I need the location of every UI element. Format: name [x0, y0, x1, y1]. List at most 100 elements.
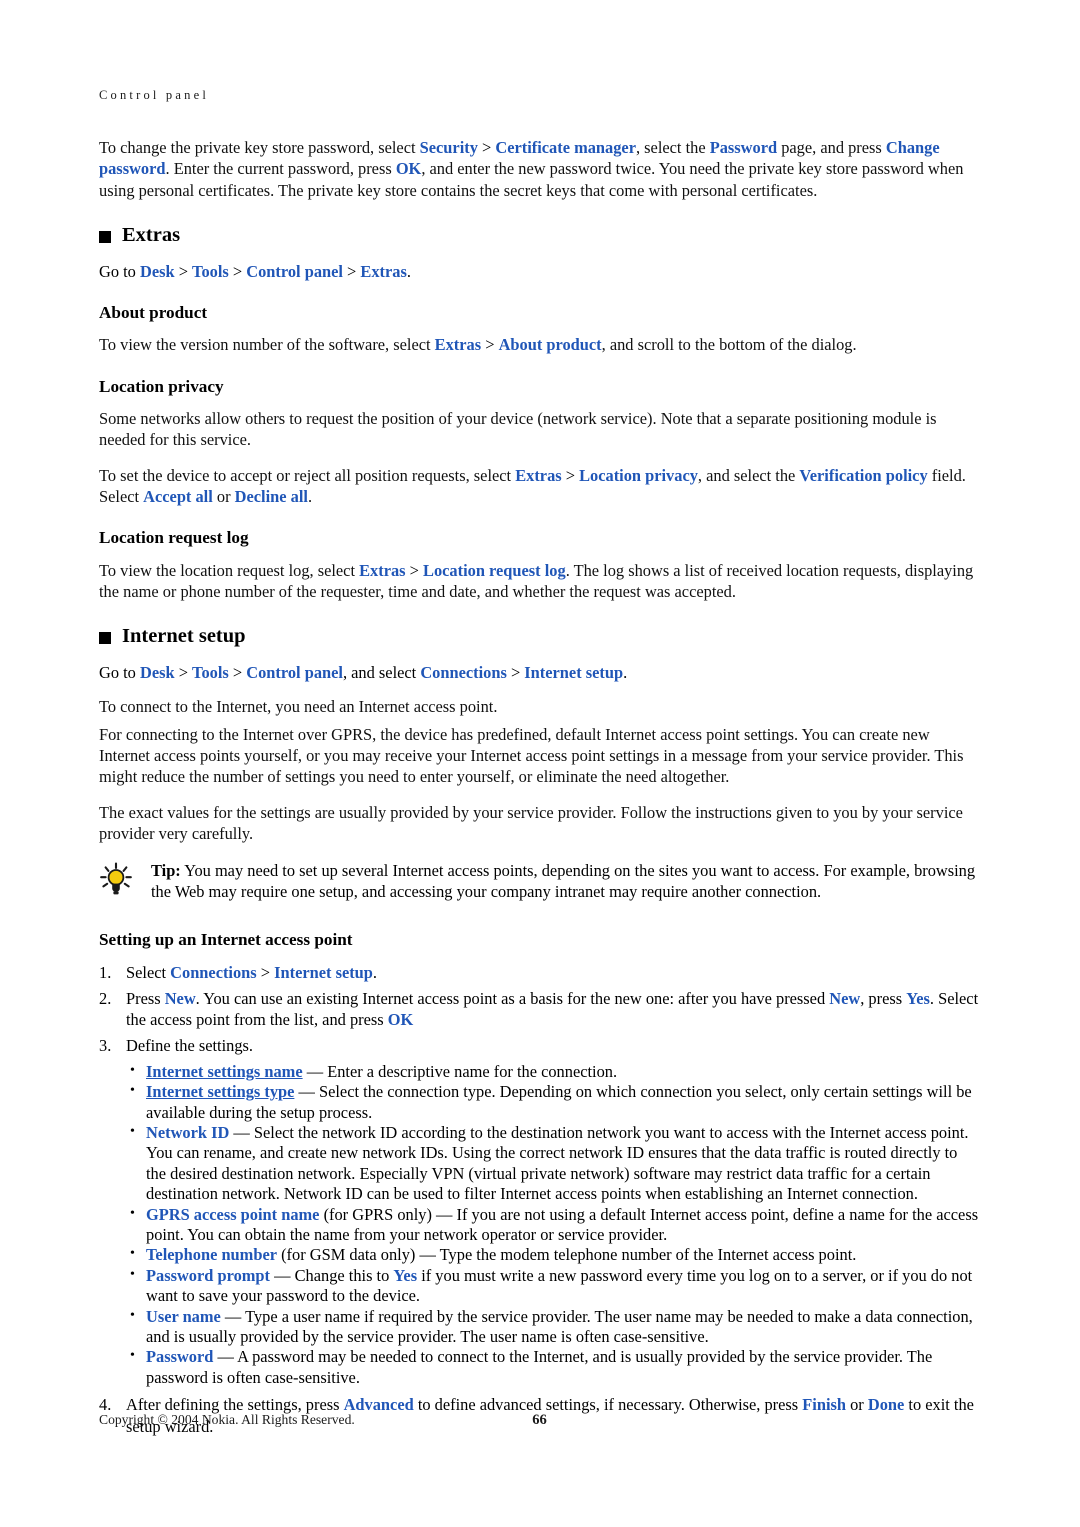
- goto-prefix: Go to: [99, 261, 140, 281]
- separator-gt: >: [481, 335, 499, 355]
- tip-block: Tip: You may need to set up several Inte…: [99, 860, 980, 903]
- link-new[interactable]: New: [829, 989, 860, 1008]
- lightbulb-icon: [99, 860, 151, 903]
- intro-text-a: To change the private key store password…: [99, 138, 420, 157]
- link-decline-all[interactable]: Decline all: [235, 487, 308, 506]
- about-product-paragraph: To view the version number of the softwa…: [99, 334, 980, 355]
- link-extras[interactable]: Extras: [360, 262, 406, 281]
- tip-label: Tip:: [151, 861, 181, 881]
- lp-text-e: .: [307, 487, 313, 506]
- location-privacy-paragraph-1: Some networks allow others to request th…: [99, 409, 937, 450]
- link-about-product[interactable]: About product: [499, 335, 602, 354]
- goto-mid: , and select: [342, 663, 421, 683]
- bullet-icon: •: [130, 1083, 135, 1099]
- settings-term-description: — A password may be needed to connect to…: [146, 1347, 933, 1387]
- link-desk[interactable]: Desk: [140, 262, 175, 281]
- goto-prefix: Go to: [99, 663, 140, 683]
- step-number: 2.: [99, 988, 112, 1008]
- link-extras-menu[interactable]: Extras: [359, 561, 405, 580]
- separator-gt: >: [174, 261, 193, 281]
- step-number: 1.: [99, 962, 112, 982]
- settings-term-item: • Password — A password may be needed to …: [126, 1347, 980, 1388]
- tip-text: Tip: You may need to set up several Inte…: [151, 860, 980, 903]
- lp-text-b: , and select the: [697, 465, 800, 485]
- paragraph-gprs: For connecting to the Internet over GPRS…: [99, 724, 964, 787]
- settings-term-label[interactable]: Internet settings type: [146, 1082, 294, 1101]
- intro-text-c: page, and press: [777, 138, 886, 157]
- settings-term-item: • Internet settings name — Enter a descri…: [126, 1062, 980, 1082]
- bullet-icon: •: [130, 1266, 135, 1282]
- link-control-panel[interactable]: Control panel: [246, 262, 343, 281]
- step1-text-a: Select: [126, 962, 171, 982]
- settings-term-label[interactable]: GPRS access point name: [146, 1205, 319, 1224]
- step2-text-c: , press: [860, 988, 907, 1008]
- separator-gt: >: [506, 663, 525, 683]
- link-connections[interactable]: Connections: [420, 663, 507, 682]
- bullet-icon: •: [130, 1124, 135, 1139]
- subheading-about-product: About product: [99, 302, 208, 322]
- link-control-panel[interactable]: Control panel: [246, 663, 343, 682]
- separator-gt: >: [405, 560, 424, 580]
- settings-term-item: • User name — Type a user name if require…: [126, 1307, 980, 1348]
- square-bullet-icon: [99, 632, 111, 645]
- link-ok[interactable]: OK: [396, 159, 422, 178]
- goto-path-extras: Go to Desk > Tools > Control panel > Ext…: [99, 261, 980, 282]
- link-extras-menu[interactable]: Extras: [435, 335, 481, 354]
- link-certificate-manager[interactable]: Certificate manager: [495, 138, 636, 157]
- link-ok[interactable]: OK: [388, 1010, 414, 1029]
- settings-term-label[interactable]: Telephone number: [146, 1245, 277, 1264]
- lp-text-a: To set the device to accept or reject al…: [99, 465, 516, 485]
- step-item-3: 3. Define the settings.: [99, 1035, 980, 1056]
- subheading-setting-up-access-point: Setting up an Internet access point: [99, 930, 353, 950]
- step1-text-b: .: [372, 962, 378, 982]
- separator-gt: >: [256, 962, 275, 982]
- link-location-privacy[interactable]: Location privacy: [579, 466, 698, 485]
- settings-term-qualifier: (for GPRS only): [319, 1204, 432, 1224]
- document-page: Control panel To change the private key …: [0, 0, 1080, 1527]
- page-footer: Copyright © 2004 Nokia. All Rights Reser…: [99, 1412, 980, 1428]
- settings-term-label[interactable]: Network ID: [146, 1123, 229, 1142]
- subheading-location-privacy: Location privacy: [99, 376, 224, 396]
- settings-term-description: — Change this to: [270, 1265, 394, 1285]
- about-text-b: , and scroll to the bottom of the dialog…: [601, 335, 857, 355]
- square-bullet-icon: [99, 230, 111, 243]
- link-yes[interactable]: Yes: [906, 989, 930, 1008]
- separator-gt: >: [174, 663, 193, 683]
- link-new[interactable]: New: [165, 989, 196, 1008]
- link-internet-setup[interactable]: Internet setup: [524, 663, 623, 682]
- link-verification-policy[interactable]: Verification policy: [799, 466, 927, 485]
- link-yes[interactable]: Yes: [393, 1266, 417, 1285]
- link-security[interactable]: Security: [420, 138, 478, 157]
- link-password-page[interactable]: Password: [710, 138, 777, 157]
- section-heading-internet-setup: Internet setup: [99, 624, 980, 650]
- settings-term-label[interactable]: Password: [146, 1347, 213, 1366]
- link-location-request-log[interactable]: Location request log: [423, 561, 566, 580]
- settings-term-label[interactable]: User name: [146, 1307, 221, 1326]
- intro-text-d: . Enter the current password, press: [165, 159, 396, 179]
- link-tools[interactable]: Tools: [192, 663, 229, 682]
- settings-term-item: • Telephone number (for GSM data only) — …: [126, 1245, 980, 1265]
- settings-term-label[interactable]: Internet settings name: [146, 1062, 303, 1081]
- bullet-icon: •: [130, 1205, 135, 1221]
- link-internet-setup[interactable]: Internet setup: [274, 963, 373, 982]
- link-connections[interactable]: Connections: [170, 963, 257, 982]
- goto-suffix: .: [623, 663, 628, 683]
- intro-text-b: , select the: [635, 138, 710, 157]
- goto-path-internet-setup: Go to Desk > Tools > Control panel, and …: [99, 662, 980, 683]
- link-desk[interactable]: Desk: [140, 663, 175, 682]
- link-tools[interactable]: Tools: [192, 262, 229, 281]
- paragraph-exact-values: The exact values for the settings are us…: [99, 802, 963, 843]
- link-accept-all[interactable]: Accept all: [143, 487, 213, 506]
- settings-term-description: — Type the modem telephone number of the…: [415, 1245, 857, 1265]
- settings-terms-wrapper: • Internet settings name — Enter a descri…: [99, 1062, 980, 1389]
- step-item-1: 1. Select Connections > Internet setup.: [99, 962, 980, 983]
- section-heading-extras: Extras: [99, 223, 980, 249]
- settings-term-description: — Select the network ID according to the…: [146, 1123, 969, 1204]
- link-extras-menu[interactable]: Extras: [515, 466, 561, 485]
- bullet-icon: •: [130, 1246, 135, 1262]
- bullet-icon: •: [130, 1348, 135, 1364]
- about-text-a: To view the version number of the softwa…: [99, 335, 435, 355]
- section-title-text: Extras: [122, 223, 181, 246]
- settings-term-label[interactable]: Password prompt: [146, 1266, 270, 1285]
- running-header: Control panel: [99, 88, 209, 102]
